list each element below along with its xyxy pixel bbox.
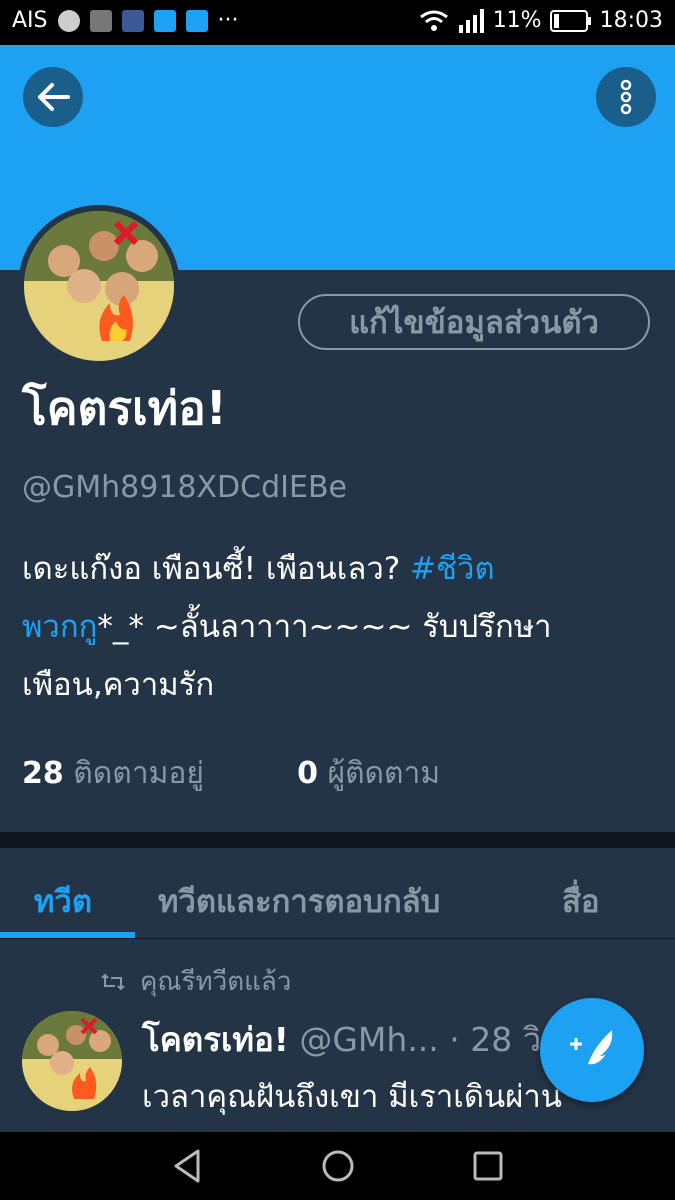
- retweet-label: คุณรีทวีตแล้ว: [140, 967, 292, 997]
- edit-profile-button[interactable]: แก้ไขข้อมูลส่วนตัว: [298, 294, 650, 350]
- followers-stat[interactable]: 0 ผู้ติดตาม: [297, 756, 440, 791]
- section-divider: [0, 832, 675, 848]
- signal-icon: [458, 8, 484, 33]
- battery-icon: [549, 9, 591, 32]
- nav-home-icon[interactable]: [318, 1146, 358, 1186]
- retweet-context: คุณรีทวีตแล้ว: [100, 961, 291, 1002]
- tweet-author-name[interactable]: โคตรเท่อ!: [142, 1020, 289, 1059]
- status-right: 11% 18:03: [419, 8, 663, 33]
- profile-bio: เดะแก๊งอ เพือนซี้! เพือนเลว? #ชีวิต พวกก…: [22, 540, 642, 714]
- following-stat[interactable]: 28 ติดตามอยู่: [22, 756, 204, 791]
- tweet-avatar[interactable]: [22, 1011, 122, 1111]
- tweet-text: เวลาคุณฝันถึงเขา มีเราเดินผ่าน: [142, 1079, 562, 1115]
- active-tab-indicator: [0, 932, 135, 938]
- more-options-button[interactable]: [596, 67, 656, 127]
- profile-tabs: ทวีต ทวีตและการตอบกลับ สื่อ: [0, 848, 675, 939]
- profile-handle: @GMh8918XDCdIEBe: [22, 470, 347, 505]
- compose-feather-icon: [570, 1030, 613, 1070]
- group-photo: [22, 1011, 122, 1111]
- line-icon: [57, 9, 80, 32]
- status-bar: AIS ··· 11% 18:03: [0, 0, 675, 45]
- following-count: 28: [22, 756, 64, 791]
- tweet-author-handle: @GMh...: [299, 1020, 439, 1059]
- followers-count: 0: [297, 756, 318, 791]
- profile-name: โคตรเท่อ!: [22, 381, 227, 435]
- following-label: ติดตามอยู่: [73, 756, 204, 791]
- tweet-time: · 28 วิ: [449, 1020, 542, 1059]
- more-vertical-icon: [620, 79, 632, 115]
- hashtag-link[interactable]: #ชีวิต: [410, 551, 495, 587]
- tab-media[interactable]: สื่อ: [562, 876, 600, 926]
- battery-percent: 11%: [492, 8, 542, 33]
- hashtag-link[interactable]: พวกกู: [22, 609, 97, 645]
- tab-tweets[interactable]: ทวีต: [34, 876, 92, 926]
- twitter-icon: [153, 9, 176, 32]
- group-photo: [24, 211, 174, 361]
- carrier-label: AIS: [12, 8, 48, 33]
- bio-text: *_* ~ลั้นลาาาา~~~~ รับปรึกษา: [97, 609, 552, 645]
- retweet-icon: [101, 973, 125, 990]
- tab-tweets-replies[interactable]: ทวีตและการตอบกลับ: [158, 876, 440, 926]
- android-nav-bar: [0, 1132, 675, 1200]
- followers-label: ผู้ติดตาม: [327, 756, 441, 791]
- avatar-photo: [24, 211, 174, 361]
- profile-avatar[interactable]: [18, 205, 180, 367]
- gallery-icon: [89, 9, 112, 32]
- bio-text: เดะแก๊งอ เพือนซี้! เพือนเลว?: [22, 551, 411, 587]
- bio-text: เพือน,ความรัก: [22, 667, 215, 703]
- back-button[interactable]: [23, 67, 83, 127]
- more-notifications-label: ···: [217, 8, 239, 33]
- tweet-header: โคตรเท่อ! @GMh... · 28 วิ: [142, 1013, 578, 1066]
- profile-stats: 28 ติดตามอยู่ 0 ผู้ติดตาม: [22, 750, 440, 797]
- clock: 18:03: [599, 8, 663, 33]
- twitter-icon: [185, 9, 208, 32]
- arrow-left-icon: [38, 83, 70, 111]
- compose-tweet-button[interactable]: [540, 998, 644, 1102]
- nav-back-icon[interactable]: [168, 1146, 208, 1186]
- nav-recents-icon[interactable]: [468, 1146, 508, 1186]
- facebook-icon: [121, 9, 144, 32]
- wifi-icon: [419, 10, 448, 31]
- status-left: AIS ···: [12, 8, 239, 33]
